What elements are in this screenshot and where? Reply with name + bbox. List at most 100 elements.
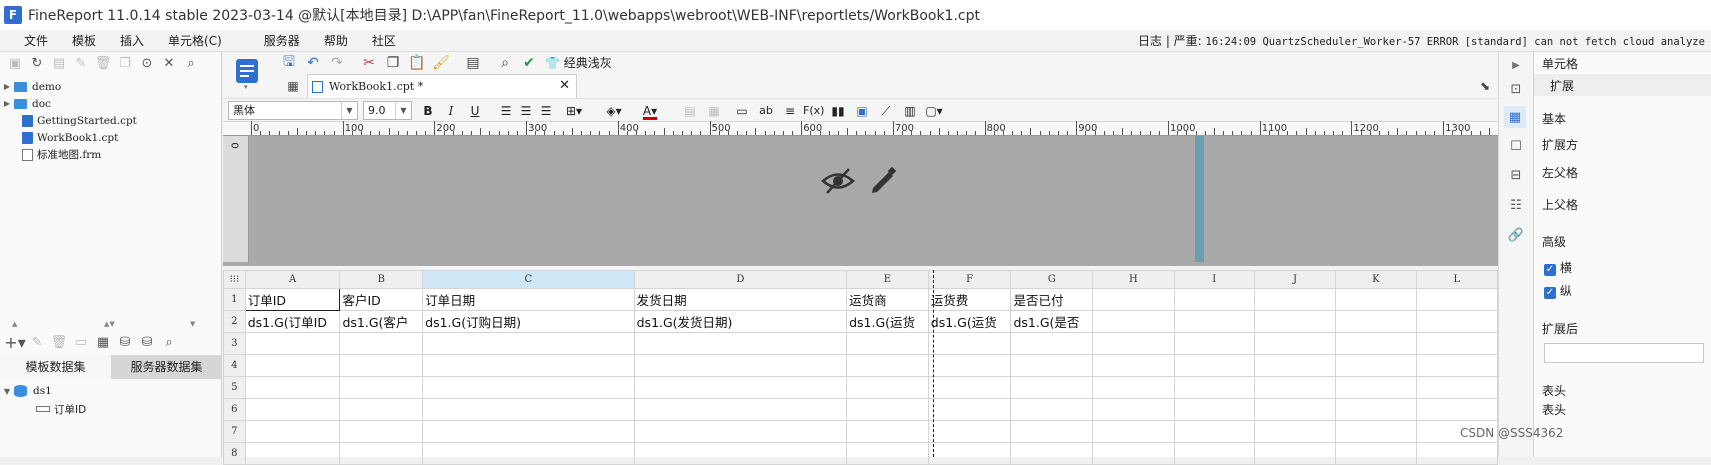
menu-community[interactable]: 社区 [360,30,408,52]
cell-element-icon[interactable]: ⊡ [1505,78,1527,100]
sheet-cell[interactable] [633,398,848,421]
menu-template[interactable]: 模板 [60,30,108,52]
float-element-icon[interactable]: ☐ [1505,135,1527,157]
sheet-cell[interactable] [927,354,1012,377]
sheet-cell[interactable] [1415,442,1499,465]
image-icon[interactable]: ▣ [853,102,871,120]
insert-text-icon[interactable]: ▭ [733,102,751,120]
font-family-select[interactable]: 黑体 ▼ [228,101,358,120]
unmerge-icon[interactable]: ▦ [705,102,723,120]
sheet-cell[interactable] [339,398,424,421]
tab-template-dataset[interactable]: 模板数据集 [0,355,111,379]
sheet-cell[interactable] [1415,354,1499,377]
sheet-cell[interactable] [1092,420,1175,443]
sheet-cell[interactable] [1092,442,1175,465]
sheet-cell[interactable] [1335,332,1417,355]
preview-icon[interactable]: ⌕ [495,53,515,73]
sheet-cell[interactable] [1173,332,1255,355]
col-header-j[interactable]: J [1253,270,1337,289]
sheet-cell[interactable] [1335,420,1417,443]
locate-icon[interactable]: ⊙ [136,52,158,74]
sheet-cell[interactable]: 运货费 [927,288,1012,311]
save-icon[interactable]: 🖫 [279,53,299,73]
sheet-cell[interactable] [1092,310,1175,333]
merge-icon[interactable]: ▤ [681,102,699,120]
col-header-l[interactable]: L [1415,270,1499,289]
refresh-icon[interactable]: ↻ [26,52,48,74]
sheet-cell[interactable] [244,376,341,399]
copy-icon[interactable]: ❐ [383,53,403,73]
sheet-cell[interactable]: ds1.G(运货 [927,310,1012,333]
sheet-cell[interactable] [1173,376,1255,399]
tree-item-map[interactable]: 标准地图.frm [0,146,221,163]
sheet-cell[interactable] [1415,310,1499,333]
sheet-cell[interactable] [633,420,848,443]
menu-insert[interactable]: 插入 [108,30,156,52]
sheet-cell[interactable] [244,398,341,421]
paste-icon[interactable]: 📋 [407,53,427,73]
expand-arrow-icon[interactable]: ▶ [0,99,14,108]
close-tab-icon[interactable]: ✕ [559,78,570,93]
classic-theme-button[interactable]: 👕 经典浅灰 [545,53,612,73]
widget-icon[interactable]: ▢▾ [925,102,943,120]
sheet-cell[interactable] [1092,376,1175,399]
sheet-cell[interactable] [1092,332,1175,355]
tree-item-workbook1[interactable]: WorkBook1.cpt [0,129,221,146]
align-left-icon[interactable]: ☰ [497,102,515,120]
sheet-cell[interactable] [422,376,635,399]
row-header[interactable]: 7 [223,420,246,443]
sheet-cell[interactable] [1253,442,1337,465]
collapse-icon[interactable]: ✕ [158,52,180,74]
col-header-c[interactable]: C [422,270,635,289]
sheet-cell[interactable] [1092,354,1175,377]
database-icon[interactable]: ⛁ [114,331,136,353]
underline-icon[interactable]: U [466,102,484,120]
hyperlink-icon[interactable]: 🔗 [1505,224,1527,246]
col-header-g[interactable]: G [1010,270,1094,289]
sheet-cell[interactable] [1415,376,1499,399]
section-basic[interactable]: 基本 [1542,110,1566,127]
sheet-cell[interactable]: ds1.G(是否 [1010,310,1094,333]
sheet-cell[interactable] [1335,354,1417,377]
sheet-cell[interactable] [1010,332,1094,355]
font-size-select[interactable]: 9.0 ▼ [363,101,412,120]
row-header[interactable]: 3 [223,332,246,355]
sheet-cell[interactable] [339,376,424,399]
sheet-cell[interactable] [1253,398,1337,421]
sheet-cell[interactable] [339,354,424,377]
sheet-cell[interactable] [1173,420,1255,443]
sheet-cell[interactable]: 订单ID [244,288,341,311]
sheet-cell[interactable]: 客户ID [339,288,424,311]
sheet-cell[interactable] [1173,288,1255,311]
sheet-cell[interactable]: ds1.G(发货日期) [633,310,848,333]
tree-item-demo[interactable]: ▶ demo [0,78,221,95]
sheet-cell[interactable] [1415,398,1499,421]
edit-dataset-icon[interactable]: ✎ [26,331,48,353]
chart-icon[interactable]: ▮▮ [829,102,847,120]
collapse-right-icon[interactable]: ▶ [1505,54,1527,76]
cell-attributes-icon[interactable]: ▦ [1504,106,1526,128]
sheet-cell[interactable] [846,442,929,465]
sheet-cell[interactable] [927,398,1012,421]
section-advanced[interactable]: 高级 [1542,233,1566,250]
dataset-item[interactable]: ▼ ds1 [0,382,222,400]
col-header-d[interactable]: D [633,270,848,289]
col-header-i[interactable]: I [1173,270,1255,289]
sheet-cell[interactable] [1335,310,1417,333]
delete-icon[interactable]: 🗑 [92,52,114,74]
row-header[interactable]: 8 [223,442,246,465]
edit-pencil-icon[interactable] [867,164,899,199]
sheet-cell[interactable] [1253,332,1337,355]
menu-file[interactable]: 文件 [0,30,60,52]
sheet-cell[interactable] [633,354,848,377]
sheet-cell[interactable] [1253,310,1337,333]
sheet-cell[interactable] [633,442,848,465]
sheet-cell[interactable]: ds1.G(运货 [846,310,929,333]
menu-server[interactable]: 服务器 [252,30,312,52]
new-folder-icon[interactable]: ▣ [4,52,26,74]
insert-ab-icon[interactable]: ab [757,102,775,120]
insert-list-icon[interactable]: ≡ [781,102,799,120]
align-right-icon[interactable]: ☰ [537,102,555,120]
sheet-cell[interactable] [1173,398,1255,421]
sheet-cell[interactable] [927,332,1012,355]
